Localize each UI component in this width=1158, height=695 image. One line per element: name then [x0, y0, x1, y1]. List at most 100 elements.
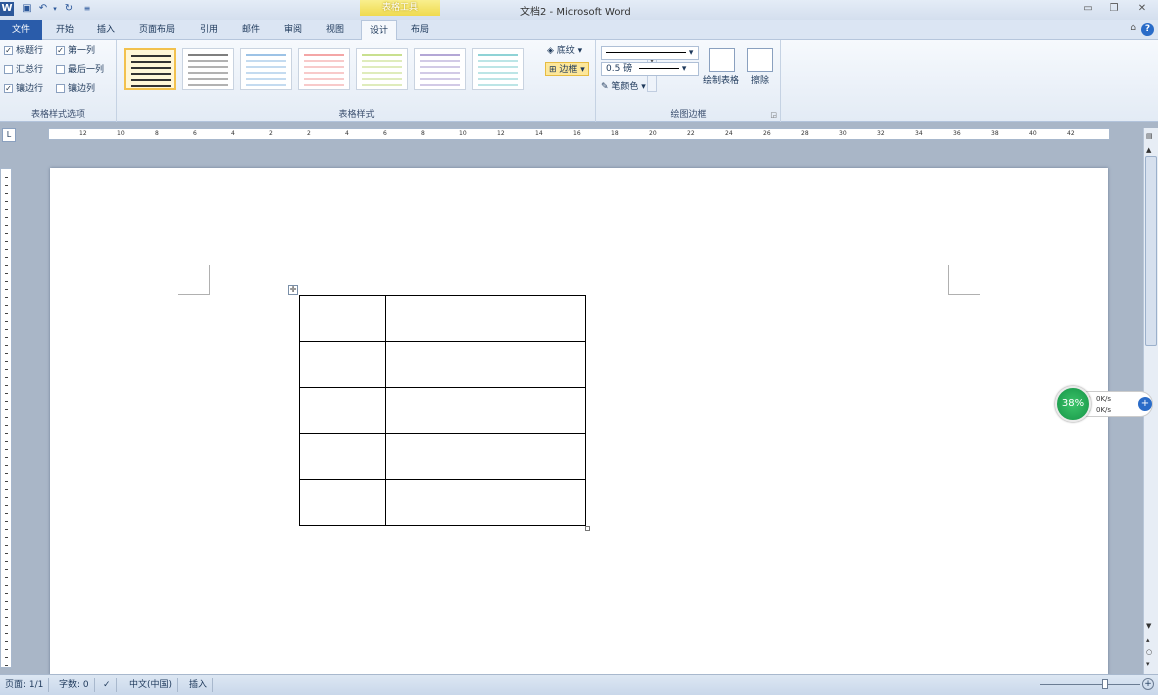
checkbox-header-row[interactable]: ✓ 标题行 — [4, 44, 43, 58]
tab-page-layout[interactable]: 页面布局 — [131, 20, 183, 40]
redo-icon[interactable]: ↻ — [62, 2, 76, 16]
checkbox-box[interactable]: ✓ — [56, 46, 65, 55]
checkbox-box[interactable]: ✓ — [4, 46, 13, 55]
ruler-mark: 14 — [535, 130, 543, 137]
title-bar: W ▣ ↶ ▾ ↻ ≡ 表格工具 文档2 - Microsoft Word ▭ … — [0, 0, 1158, 20]
tab-references[interactable]: 引用 — [192, 20, 226, 40]
checkbox-label: 标题行 — [16, 46, 44, 56]
undo-dropdown-icon[interactable]: ▾ — [48, 2, 62, 16]
memory-usage-gauge[interactable]: 38% — [1055, 386, 1091, 422]
group-label: 绘图边框 — [670, 110, 707, 120]
style-line — [362, 84, 402, 86]
tab-file[interactable]: 文件 — [0, 20, 42, 40]
table-style-thumbnail[interactable] — [240, 48, 292, 90]
table-style-thumbnail[interactable] — [182, 48, 234, 90]
draw-table-label[interactable]: 绘制表格 — [703, 74, 739, 88]
eraser-label[interactable]: 擦除 — [751, 74, 769, 88]
ruler-tick — [5, 561, 8, 562]
tab-insert[interactable]: 插入 — [89, 20, 123, 40]
accelerate-icon[interactable]: + — [1138, 397, 1152, 411]
pen-color-button[interactable]: ✎ 笔颜色 ▾ — [601, 80, 646, 94]
checkbox-banded-rows[interactable]: ✓ 镶边行 — [4, 82, 43, 96]
table-cell[interactable] — [299, 341, 386, 388]
table-resize-handle[interactable] — [585, 526, 590, 531]
group-label: 表格样式 — [338, 110, 375, 120]
tab-review[interactable]: 审阅 — [276, 20, 310, 40]
table-cell[interactable] — [385, 479, 586, 526]
checkbox-first-column[interactable]: ✓ 第一列 — [56, 44, 95, 58]
tab-selector-icon[interactable]: L — [2, 128, 16, 142]
customize-quick-access-icon[interactable]: ≡ — [80, 2, 94, 16]
ruler-tick — [5, 193, 8, 194]
help-icon[interactable]: ? — [1141, 23, 1154, 36]
tab-layout[interactable]: 布局 — [403, 20, 437, 40]
table-style-thumbnail[interactable] — [472, 48, 524, 90]
table-cell[interactable] — [299, 295, 386, 342]
table-style-thumbnail[interactable] — [414, 48, 466, 90]
style-line — [188, 78, 228, 80]
ruler-tick — [5, 257, 8, 258]
scroll-down-icon[interactable]: ▼ — [1146, 622, 1151, 630]
close-window-icon[interactable]: ✕ — [1134, 2, 1150, 16]
status-insert-mode[interactable]: 插入 — [184, 678, 214, 692]
table-move-handle[interactable]: ✛ — [288, 285, 298, 295]
ruler-mark: 12 — [497, 130, 505, 137]
minimize-ribbon-icon[interactable]: ⌂ — [1130, 23, 1136, 33]
table-cell[interactable] — [385, 341, 586, 388]
horizontal-ruler[interactable]: 12 10 8 6 4 2 2 4 6 8 10 12 14 16 18 20 22 24 26 28 30 32 34 36… — [48, 128, 1110, 140]
minimize-window-icon[interactable]: ▭ — [1080, 2, 1096, 16]
table-style-thumbnail[interactable] — [298, 48, 350, 90]
borders-button[interactable]: ⊞ 边框 ▾ — [545, 62, 589, 76]
checkbox-box[interactable] — [56, 84, 65, 93]
ruler-mark: 4 — [231, 130, 235, 137]
document-table[interactable] — [299, 295, 586, 526]
checkbox-box[interactable] — [4, 65, 13, 74]
tab-design[interactable]: 设计 — [361, 20, 398, 41]
word-logo-icon[interactable]: W — [0, 2, 14, 16]
shading-button[interactable]: ◈ 底纹 ▾ — [547, 44, 582, 58]
line-style-dropdown[interactable]: ▾ — [601, 46, 699, 60]
style-line — [131, 73, 171, 75]
table-style-thumbnail[interactable] — [124, 48, 176, 90]
browse-object-icon[interactable]: ○ — [1146, 648, 1152, 656]
checkbox-banded-columns[interactable]: 镶边列 — [56, 82, 95, 96]
table-cell[interactable] — [385, 295, 586, 342]
ruler-tick — [5, 297, 8, 298]
document-page[interactable]: ✛ — [50, 168, 1108, 675]
zoom-in-icon[interactable]: + — [1142, 678, 1154, 690]
checkbox-box[interactable]: ✓ — [4, 84, 13, 93]
checkbox-last-column[interactable]: 最后一列 — [56, 63, 104, 77]
checkbox-label: 镶边列 — [68, 84, 96, 94]
restore-window-icon[interactable]: ❐ — [1106, 2, 1122, 16]
save-icon[interactable]: ▣ — [20, 2, 34, 16]
status-word-count[interactable]: 字数: 0 — [54, 678, 95, 692]
draw-table-icon[interactable] — [709, 48, 735, 72]
table-cell[interactable] — [299, 387, 386, 434]
tab-view[interactable]: 视图 — [318, 20, 352, 40]
tab-home[interactable]: 开始 — [48, 20, 82, 40]
table-cell[interactable] — [385, 433, 586, 480]
checkbox-box[interactable] — [56, 65, 65, 74]
next-page-icon[interactable]: ▾ — [1146, 660, 1150, 668]
scrollbar-thumb[interactable] — [1145, 156, 1157, 346]
checkbox-total-row[interactable]: 汇总行 — [4, 63, 43, 77]
ruler-mark: 42 — [1067, 130, 1075, 137]
status-language[interactable]: 中文(中国) — [124, 678, 179, 692]
eraser-icon[interactable] — [747, 48, 773, 72]
tab-mailings[interactable]: 邮件 — [234, 20, 268, 40]
zoom-slider-thumb[interactable] — [1102, 679, 1108, 689]
network-speed-widget[interactable]: ↑ 0K/s ↓ 0K/s + 38% — [1055, 386, 1155, 422]
proofing-icon[interactable]: ✓ — [98, 678, 117, 692]
table-cell[interactable] — [385, 387, 586, 434]
ruler-tick — [5, 569, 8, 570]
vertical-ruler[interactable] — [0, 168, 12, 668]
previous-page-icon[interactable]: ▴ — [1146, 636, 1150, 644]
status-page[interactable]: 页面: 1/1 — [0, 678, 50, 692]
table-cell[interactable] — [299, 433, 386, 480]
view-ruler-icon[interactable]: ▤ — [1146, 132, 1153, 140]
table-cell[interactable] — [299, 479, 386, 526]
line-weight-dropdown[interactable]: 0.5 磅 ▾ — [601, 62, 699, 76]
scroll-up-icon[interactable]: ▲ — [1146, 146, 1151, 154]
zoom-slider[interactable] — [1040, 684, 1140, 685]
table-style-thumbnail[interactable] — [356, 48, 408, 90]
